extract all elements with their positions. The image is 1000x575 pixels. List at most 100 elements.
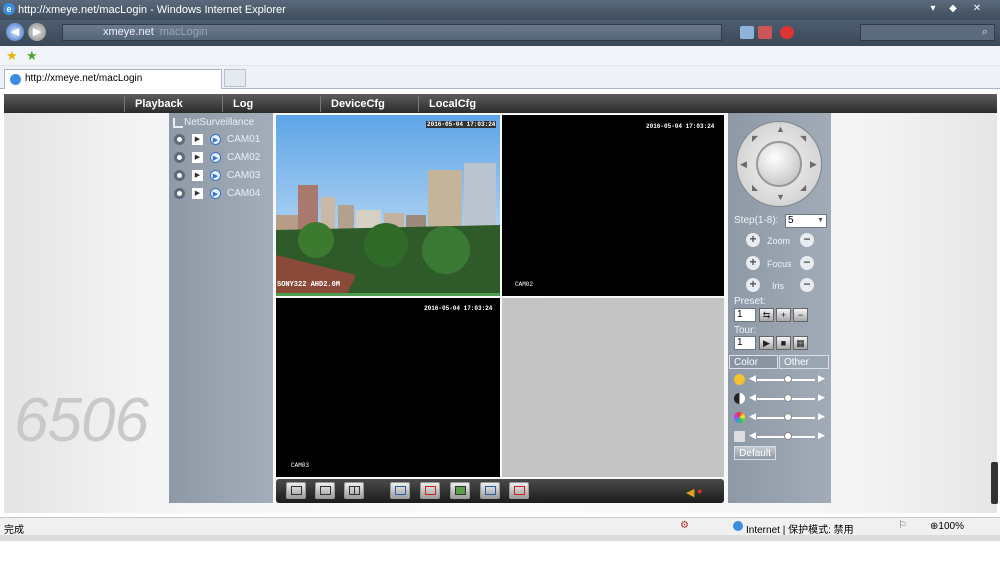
tab-color[interactable]: Color: [729, 355, 778, 369]
stream-icon[interactable]: ▶: [210, 134, 221, 145]
delete-preset-icon[interactable]: −: [793, 308, 808, 322]
saturation-slider[interactable]: ◀ ▶: [734, 411, 826, 425]
record-icon[interactable]: [174, 134, 185, 145]
play-icon[interactable]: ▶: [192, 152, 203, 163]
video-channel-1[interactable]: 2016-05-04 17:03:24 SONY322 AHD2.0M: [276, 115, 500, 296]
brightness-slider[interactable]: ◀ ▶: [734, 373, 826, 387]
decrease-arrow-icon[interactable]: ◀: [749, 392, 756, 403]
tour-stop-icon[interactable]: ■: [776, 336, 791, 350]
protected-mode-icon[interactable]: ⚐: [898, 520, 907, 531]
iris-close-icon[interactable]: −: [800, 278, 814, 292]
decrease-arrow-icon[interactable]: ◀: [749, 411, 756, 422]
page-scrollbar[interactable]: [991, 462, 998, 504]
record-icon[interactable]: [174, 170, 185, 181]
fullscreen-icon[interactable]: [286, 482, 306, 499]
ptz-downleft-arrow-icon[interactable]: ◣: [752, 183, 758, 192]
play-icon[interactable]: ▶: [192, 188, 203, 199]
play-icon[interactable]: ▶: [192, 170, 203, 181]
slider-knob[interactable]: [784, 413, 792, 421]
record-icon[interactable]: [174, 188, 185, 199]
video-channel-4[interactable]: [502, 298, 724, 477]
stop-icon[interactable]: [758, 26, 772, 39]
add-favorite-icon[interactable]: ★: [26, 48, 38, 64]
video-channel-2[interactable]: 2016-05-04 17:03:24 CAM02: [502, 115, 724, 296]
increase-arrow-icon[interactable]: ▶: [818, 430, 825, 441]
ptz-up-arrow-icon[interactable]: ▲: [776, 124, 785, 134]
increase-arrow-icon[interactable]: ▶: [818, 411, 825, 422]
hue-slider[interactable]: ◀ ▶: [734, 430, 826, 444]
menu-localcfg[interactable]: LocalCfg: [418, 96, 516, 112]
ptz-downright-arrow-icon[interactable]: ◢: [800, 183, 806, 192]
device-name[interactable]: NetSurveillance: [184, 117, 254, 128]
goto-preset-icon[interactable]: ⇆: [759, 308, 774, 322]
compatibility-icon[interactable]: [740, 26, 754, 39]
close-icon[interactable]: ✕: [970, 3, 984, 15]
camera-row-4[interactable]: ▶ ▶ CAM04: [172, 186, 272, 202]
browser-tab[interactable]: http://xmeye.net/macLogin: [4, 69, 222, 89]
favorites-star-icon[interactable]: ★: [6, 48, 18, 64]
menu-log[interactable]: Log: [222, 96, 320, 112]
ptz-upleft-arrow-icon[interactable]: ◤: [752, 134, 758, 143]
minimize-icon[interactable]: ▾: [926, 3, 940, 15]
slider-knob[interactable]: [784, 394, 792, 402]
single-view-icon[interactable]: [315, 482, 335, 499]
zoom-level[interactable]: ⊕100%: [930, 521, 964, 532]
zoom-out-icon[interactable]: −: [800, 233, 814, 247]
tab-other[interactable]: Other: [779, 355, 829, 369]
forward-arrow-icon[interactable]: ▶: [28, 23, 46, 41]
iris-open-icon[interactable]: +: [746, 278, 760, 292]
play-all-icon[interactable]: [480, 482, 500, 499]
quad-view-icon[interactable]: [344, 482, 364, 499]
stream-icon[interactable]: ▶: [210, 152, 221, 163]
snapshot-icon[interactable]: [450, 482, 470, 499]
address-input[interactable]: xmeye.net macLogin: [62, 24, 722, 41]
decrease-arrow-icon[interactable]: ◀: [749, 430, 756, 441]
privacy-icon[interactable]: ⚙: [680, 520, 689, 531]
record-all-icon[interactable]: [390, 482, 410, 499]
menu-playback[interactable]: Playback: [124, 96, 222, 112]
play-icon[interactable]: ▶: [192, 134, 203, 145]
tour-play-icon[interactable]: ▶: [759, 336, 774, 350]
camera-row-2[interactable]: ▶ ▶ CAM02: [172, 150, 272, 166]
search-provider-icon[interactable]: [780, 26, 794, 39]
ptz-down-arrow-icon[interactable]: ▼: [776, 192, 785, 202]
add-preset-icon[interactable]: +: [776, 308, 791, 322]
camera-row-3[interactable]: ▶ ▶ CAM03: [172, 168, 272, 184]
camera-row-1[interactable]: ▶ ▶ CAM01: [172, 132, 272, 148]
contrast-slider[interactable]: ◀ ▶: [734, 392, 826, 406]
zoom-label: Zoom: [767, 236, 791, 246]
zoom-in-icon[interactable]: +: [746, 233, 760, 247]
stream-icon[interactable]: ▶: [210, 170, 221, 181]
ptz-joystick-center[interactable]: [756, 141, 802, 187]
menu-devicecfg[interactable]: DeviceCfg: [320, 96, 418, 112]
tour-input[interactable]: 1: [734, 336, 756, 350]
slider-knob[interactable]: [784, 375, 792, 383]
decrease-arrow-icon[interactable]: ◀: [749, 373, 756, 384]
focus-in-icon[interactable]: +: [746, 256, 760, 270]
ptz-right-arrow-icon[interactable]: ▶: [810, 159, 817, 170]
back-arrow-icon[interactable]: ◀: [6, 23, 24, 41]
increase-arrow-icon[interactable]: ▶: [818, 373, 825, 384]
video-channel-3[interactable]: 2016-05-04 17:03:24 CAM03: [276, 298, 500, 477]
maximize-icon[interactable]: ◆: [946, 3, 960, 15]
mute-icon[interactable]: ●: [697, 486, 702, 496]
volume-icon[interactable]: ◀: [686, 486, 694, 499]
stop-all-icon[interactable]: [509, 482, 529, 499]
record-icon[interactable]: [174, 152, 185, 163]
ptz-upright-arrow-icon[interactable]: ◥: [800, 134, 806, 143]
slider-knob[interactable]: [784, 432, 792, 440]
focus-out-icon[interactable]: −: [800, 256, 814, 270]
preset-input[interactable]: 1: [734, 308, 756, 322]
video-timestamp: 2016-05-04 17:03:24: [426, 121, 497, 128]
increase-arrow-icon[interactable]: ▶: [818, 392, 825, 403]
ptz-left-arrow-icon[interactable]: ◀: [740, 159, 747, 170]
stream-icon[interactable]: ▶: [210, 188, 221, 199]
step-select[interactable]: 5 ▼: [785, 214, 827, 228]
content-area: [4, 113, 997, 513]
stop-record-icon[interactable]: [420, 482, 440, 499]
tour-grid-icon[interactable]: ▦: [793, 336, 808, 350]
default-button[interactable]: Default: [734, 446, 776, 460]
search-input[interactable]: ⌕: [860, 24, 995, 41]
new-tab-button[interactable]: [224, 69, 246, 87]
search-magnifier-icon[interactable]: ⌕: [982, 26, 988, 38]
